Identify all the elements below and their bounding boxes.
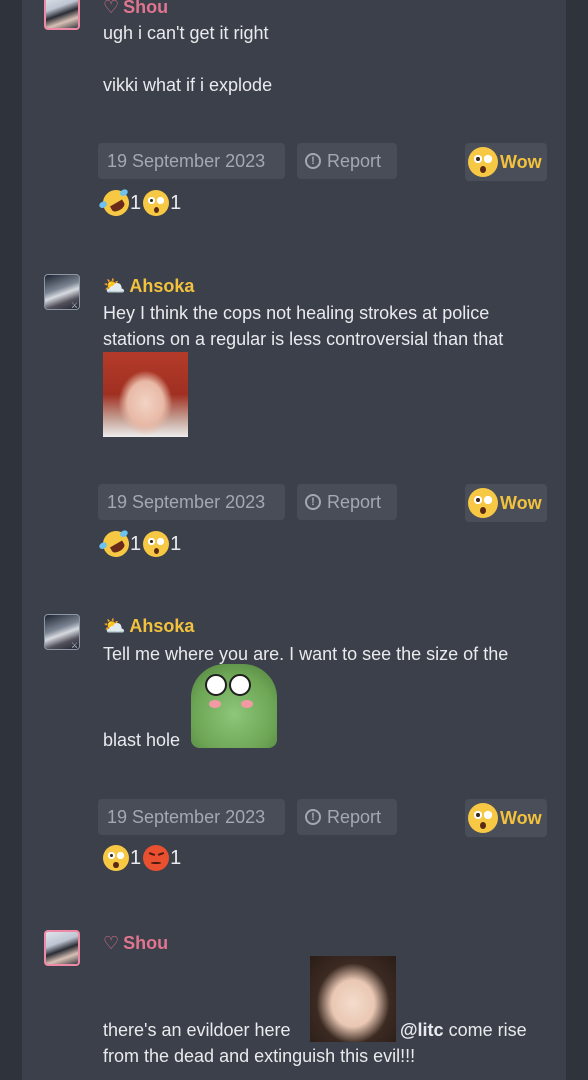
message-text: ugh i can't get it right vikki what if i…	[103, 23, 273, 95]
avatar[interactable]	[44, 0, 80, 30]
sun-behind-cloud-icon: ⛅	[103, 275, 126, 297]
reactions-row: 1 1	[98, 185, 183, 221]
avatar[interactable]	[44, 930, 80, 966]
heart-outline-icon: ♡	[103, 932, 120, 954]
report-button[interactable]: ! Report	[297, 143, 397, 179]
badge-icon: ⚔	[71, 301, 79, 310]
rolling-on-floor-laughing-icon[interactable]	[98, 185, 134, 221]
report-button[interactable]: ! Report	[297, 799, 397, 835]
chat-panel: ♡ Shou ugh i can't get it right vikki wh…	[22, 0, 566, 1080]
message-text: Hey I think the cops not healing strokes…	[103, 303, 504, 349]
angry-face-icon[interactable]	[143, 845, 170, 871]
astonished-face-icon	[468, 803, 498, 833]
message-text: there's an evildoer here	[103, 1020, 291, 1040]
reaction-count: 1	[170, 532, 182, 555]
wow-reaction-button[interactable]: Wow	[465, 484, 547, 522]
astonished-face-icon	[468, 488, 498, 518]
reaction-count: 1	[130, 846, 142, 869]
astonished-face-icon	[468, 147, 498, 177]
author-name[interactable]: ⛅ Ahsoka	[103, 276, 194, 297]
author-name[interactable]: ⛅ Ahsoka	[103, 616, 194, 637]
heart-outline-icon: ♡	[103, 0, 120, 18]
rolling-on-floor-laughing-icon[interactable]	[98, 526, 134, 562]
author-name[interactable]: ♡ Shou	[103, 0, 168, 18]
laughing-gif-image[interactable]	[103, 352, 188, 437]
reactions-row: 1 1	[98, 526, 183, 562]
badge-icon: ⚔	[71, 641, 79, 650]
date-button[interactable]: 19 September 2023	[98, 484, 285, 520]
reaction-count: 1	[130, 191, 142, 214]
reaction-gif-image[interactable]	[310, 956, 396, 1042]
alert-circle-icon: !	[305, 809, 321, 825]
reaction-count: 1	[170, 846, 182, 869]
avatar[interactable]: ⚔	[44, 614, 80, 650]
reaction-count: 1	[130, 532, 142, 555]
frog-sticker-image[interactable]	[191, 664, 277, 748]
avatar[interactable]: ⚔	[44, 274, 80, 310]
alert-circle-icon: !	[305, 153, 321, 169]
date-button[interactable]: 19 September 2023	[98, 799, 285, 835]
alert-circle-icon: !	[305, 494, 321, 510]
author-name[interactable]: ♡ Shou	[103, 933, 168, 954]
sun-behind-cloud-icon: ⛅	[103, 615, 126, 637]
astonished-face-icon[interactable]	[143, 531, 170, 557]
message-text: @litc come rise	[400, 1020, 527, 1040]
astonished-face-icon[interactable]	[143, 190, 170, 216]
reactions-row: 1 1	[103, 843, 183, 873]
reaction-count: 1	[170, 191, 182, 214]
report-button[interactable]: ! Report	[297, 484, 397, 520]
user-mention-link[interactable]: @litc	[400, 1020, 444, 1040]
wow-reaction-button[interactable]: Wow	[465, 799, 547, 837]
message-text: from the dead and extinguish this evil!!…	[103, 1046, 416, 1066]
wow-reaction-button[interactable]: Wow	[465, 143, 547, 181]
message-text: blast hole	[103, 730, 181, 750]
date-button[interactable]: 19 September 2023	[98, 143, 285, 179]
message-text: Tell me where you are. I want to see the…	[103, 644, 509, 664]
astonished-face-icon[interactable]	[103, 845, 129, 871]
